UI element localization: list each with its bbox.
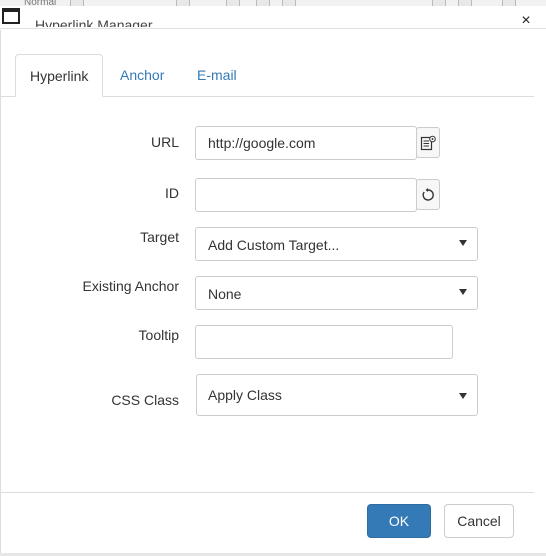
ok-button[interactable]: OK xyxy=(367,504,431,538)
window-icon xyxy=(2,8,20,24)
existing-anchor-select[interactable]: None xyxy=(195,276,478,310)
tooltip-label: Tooltip xyxy=(138,327,179,343)
existing-anchor-select-value: None xyxy=(208,286,242,302)
target-select[interactable]: Add Custom Target... xyxy=(195,227,478,261)
close-icon[interactable]: × xyxy=(519,13,533,29)
refresh-icon xyxy=(422,187,434,201)
refresh-id-button[interactable] xyxy=(416,179,440,210)
target-label: Target xyxy=(140,229,179,245)
id-label: ID xyxy=(165,185,179,201)
css-class-label: CSS Class xyxy=(111,392,179,408)
id-input[interactable] xyxy=(195,178,417,212)
dialog-titlebar: Hyperlink Manager × xyxy=(0,6,546,29)
css-class-select[interactable]: Apply Class xyxy=(196,374,478,416)
caret-down-icon xyxy=(459,289,467,295)
css-class-select-value: Apply Class xyxy=(208,387,282,403)
footer-divider xyxy=(0,492,534,493)
dialog-left-border xyxy=(0,30,1,556)
dialog-title: Hyperlink Manager xyxy=(35,18,153,27)
tab-anchor[interactable]: Anchor xyxy=(120,54,164,96)
url-label: URL xyxy=(150,134,179,150)
document-manager-icon xyxy=(420,135,436,150)
caret-down-icon xyxy=(459,240,467,246)
target-select-value: Add Custom Target... xyxy=(208,237,340,253)
url-input[interactable]: http://google.com xyxy=(195,126,417,160)
tab-hyperlink[interactable]: Hyperlink xyxy=(15,54,104,97)
existing-anchor-label: Existing Anchor xyxy=(82,278,180,294)
caret-down-icon xyxy=(459,393,467,399)
tab-bar: Hyperlink Anchor E-mail xyxy=(0,54,534,97)
tab-email[interactable]: E-mail xyxy=(197,54,237,96)
tooltip-input[interactable] xyxy=(195,325,453,359)
document-manager-button[interactable] xyxy=(416,127,440,158)
cancel-button[interactable]: Cancel xyxy=(444,504,514,538)
